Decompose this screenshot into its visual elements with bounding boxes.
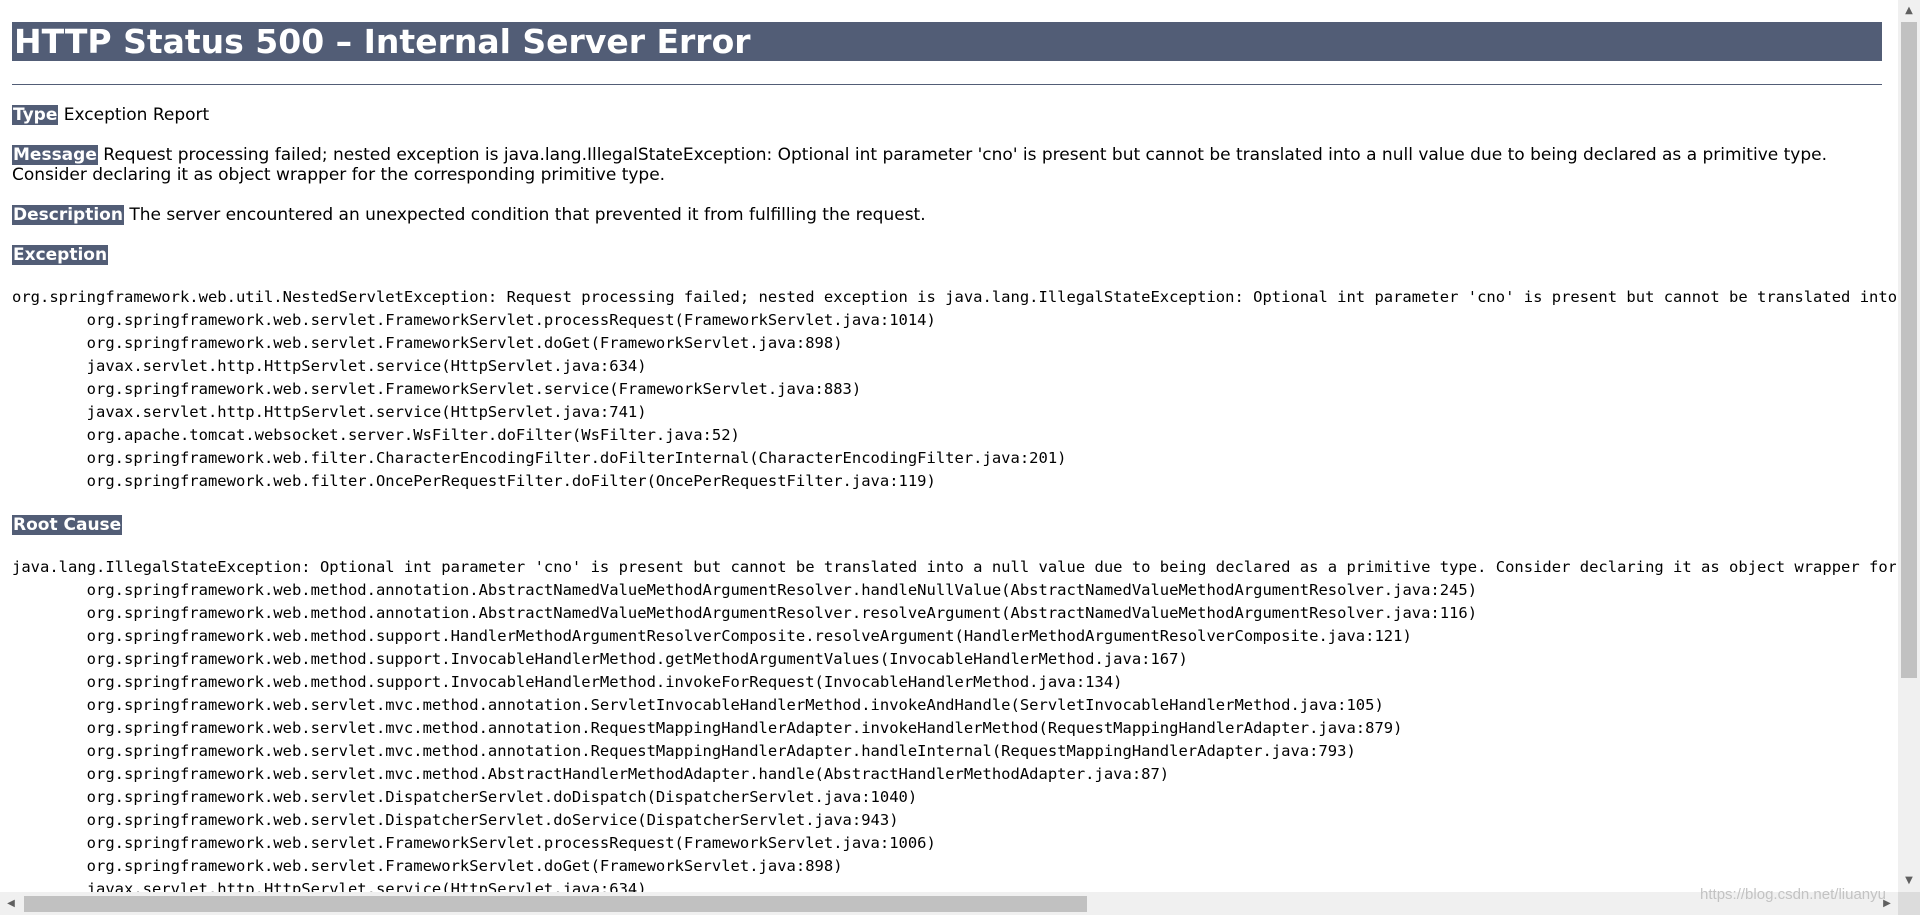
scrollbar-corner — [1898, 892, 1920, 915]
scroll-down-icon[interactable]: ▼ — [1898, 870, 1920, 892]
root-cause-stack-trace: java.lang.IllegalStateException: Optiona… — [12, 558, 1896, 892]
page-viewport: HTTP Status 500 – Internal Server Error … — [0, 0, 1898, 892]
root-cause-heading: Root Cause — [12, 515, 1882, 535]
type-row: Type Exception Report — [12, 105, 1882, 125]
divider — [12, 84, 1882, 85]
vertical-scrollbar[interactable]: ▲ ▼ — [1898, 0, 1920, 892]
description-row: Description The server encountered an un… — [12, 205, 1882, 225]
horizontal-scrollbar[interactable]: ◀ ▶ — [0, 892, 1898, 915]
description-label: Description — [12, 205, 124, 225]
watermark: https://blog.csdn.net/liuanyu — [1700, 886, 1886, 903]
page-title: HTTP Status 500 – Internal Server Error — [12, 22, 1882, 61]
exception-heading: Exception — [12, 245, 1882, 265]
type-label: Type — [12, 105, 59, 125]
error-report: HTTP Status 500 – Internal Server Error … — [12, 0, 1896, 892]
message-row: Message Request processing failed; neste… — [12, 145, 1882, 185]
vertical-scroll-thumb[interactable] — [1901, 22, 1917, 678]
exception-label: Exception — [12, 245, 109, 265]
description-value: The server encountered an unexpected con… — [129, 205, 926, 225]
message-value: Request processing failed; nested except… — [12, 145, 1827, 185]
scroll-left-icon[interactable]: ◀ — [0, 892, 22, 915]
type-value: Exception Report — [63, 105, 210, 125]
horizontal-scroll-thumb[interactable] — [24, 896, 1087, 912]
exception-stack-trace: org.springframework.web.util.NestedServl… — [12, 288, 1896, 490]
root-cause-label: Root Cause — [12, 515, 123, 535]
scroll-up-icon[interactable]: ▲ — [1898, 0, 1920, 22]
message-label: Message — [12, 145, 98, 165]
